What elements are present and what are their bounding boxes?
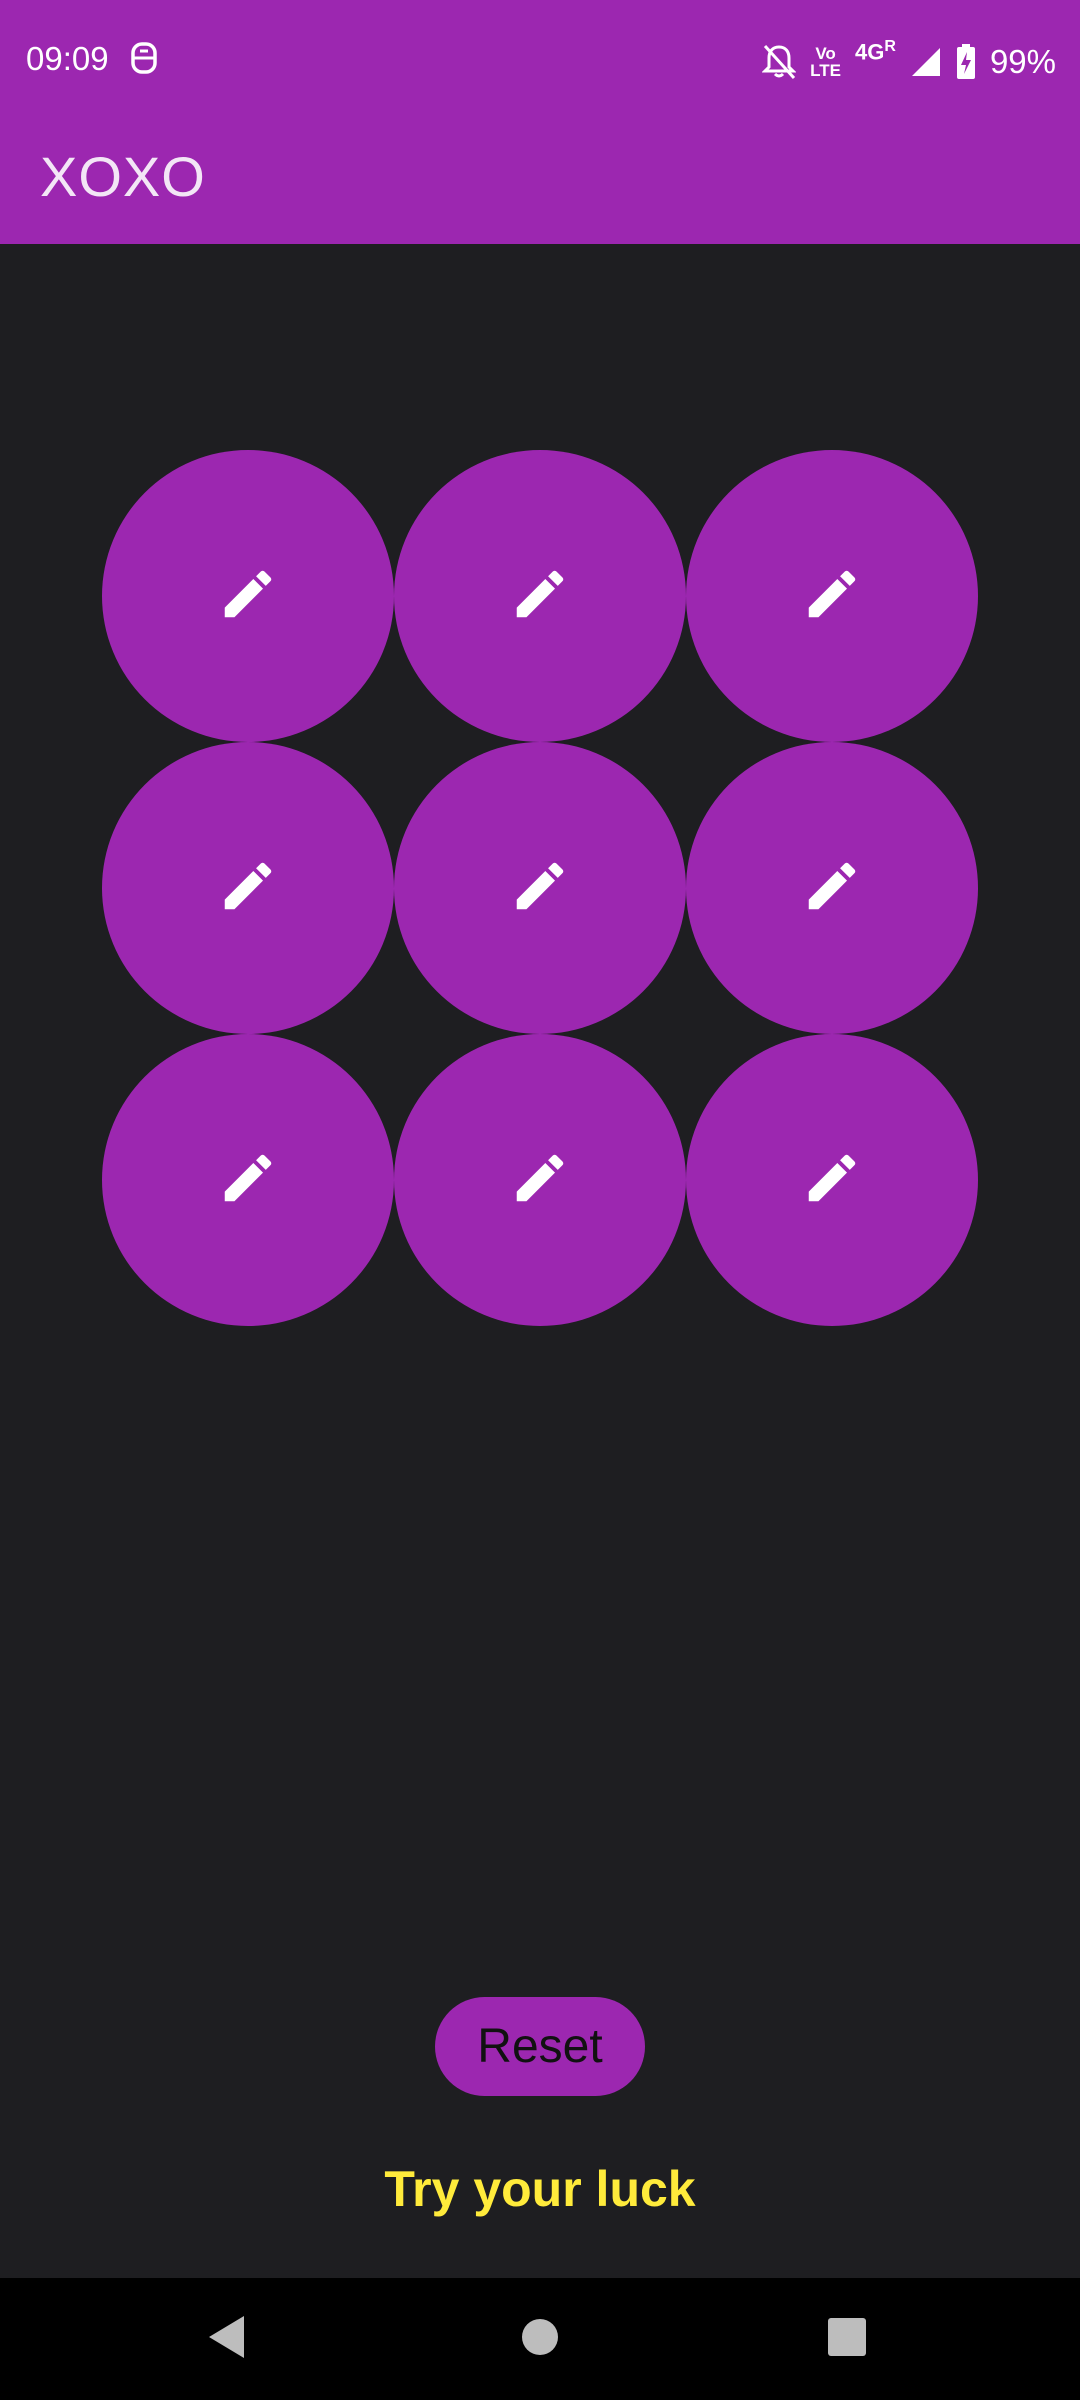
- pencil-icon: [509, 855, 571, 922]
- board-cell[interactable]: [686, 450, 978, 742]
- pencil-icon: [217, 855, 279, 922]
- screen: 09:09 Vo LTE 4GR 99% XOXO Reset Try your…: [0, 0, 1080, 2400]
- back-icon: [206, 2314, 248, 2365]
- battery-percentage: 99%: [989, 43, 1056, 80]
- battery-icon: [956, 44, 976, 80]
- volte-bottom-text: LTE: [810, 61, 842, 80]
- notification-app-icon: [126, 40, 162, 76]
- pencil-icon: [217, 563, 279, 630]
- bell-off-icon: [762, 43, 797, 81]
- board-cell[interactable]: [686, 742, 978, 1034]
- board-cell[interactable]: [394, 742, 686, 1034]
- board-cell[interactable]: [102, 1034, 394, 1326]
- network-type-label: 4G: [855, 39, 885, 65]
- back-button[interactable]: [167, 2278, 287, 2400]
- status-indicators: Vo LTE 4GR 99%: [762, 38, 1056, 86]
- home-icon: [521, 2318, 559, 2361]
- app-bar: XOXO: [0, 124, 1080, 244]
- app-title: XOXO: [40, 145, 206, 208]
- board-cell[interactable]: [102, 742, 394, 1034]
- volte-top-text: Vo: [815, 44, 836, 63]
- volte-indicator: Vo LTE: [810, 45, 841, 79]
- board-cell[interactable]: [686, 1034, 978, 1326]
- recents-icon: [828, 2317, 866, 2361]
- signal-icon: [910, 46, 942, 78]
- status-time: 09:09: [26, 40, 109, 77]
- pencil-icon: [217, 1147, 279, 1214]
- pencil-icon: [801, 563, 863, 630]
- network-type: 4GR: [855, 38, 896, 65]
- reset-button[interactable]: Reset: [435, 1997, 645, 2096]
- pencil-icon: [801, 855, 863, 922]
- roaming-indicator: R: [884, 38, 896, 56]
- status-bar: 09:09 Vo LTE 4GR 99%: [0, 0, 1080, 124]
- board-cell[interactable]: [394, 450, 686, 742]
- pencil-icon: [801, 1147, 863, 1214]
- pencil-icon: [509, 1147, 571, 1214]
- navigation-bar: [0, 2278, 1080, 2400]
- home-button[interactable]: [480, 2278, 600, 2400]
- recents-button[interactable]: [787, 2278, 907, 2400]
- board-cell[interactable]: [394, 1034, 686, 1326]
- status-message: Try your luck: [384, 2161, 696, 2217]
- game-board: [102, 450, 978, 1326]
- pencil-icon: [509, 563, 571, 630]
- board-cell[interactable]: [102, 450, 394, 742]
